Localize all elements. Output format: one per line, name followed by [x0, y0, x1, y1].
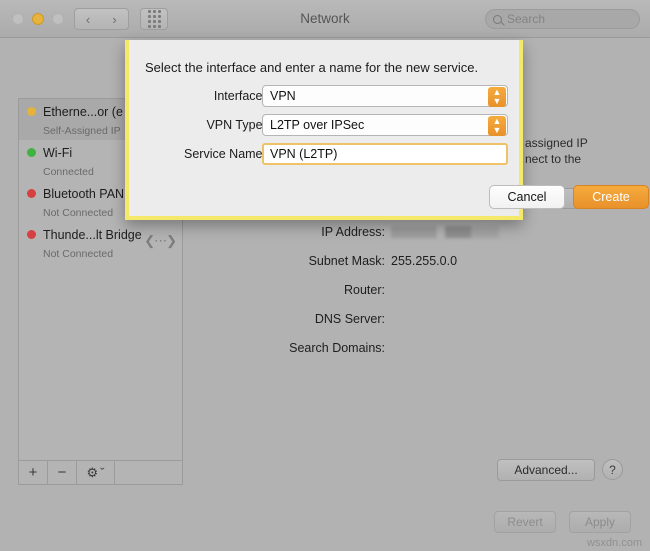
service-name-row: Service Name: VPN (L2TP) — [129, 143, 519, 165]
field-label: Subnet Mask: — [308, 254, 385, 268]
search-input[interactable]: Search — [485, 9, 640, 29]
interface-status: Connected — [43, 166, 94, 178]
vpn-type-select-value: L2TP over IPSec — [270, 118, 365, 132]
minus-icon: − — [57, 464, 67, 481]
status-dot-icon — [27, 148, 36, 157]
field-label: Search Domains: — [289, 341, 385, 355]
gear-icon: ⚙ — [86, 464, 99, 480]
stepper-arrows-icon[interactable]: ▲ ▼ — [488, 87, 506, 107]
interface-name: Bluetooth PAN — [43, 187, 125, 201]
sheet-instruction-text: Select the interface and enter a name fo… — [145, 60, 479, 75]
service-name-input[interactable]: VPN (L2TP) — [262, 143, 508, 165]
window-titlebar: ‹ › Network Search — [0, 0, 650, 38]
field-label: Router: — [344, 283, 385, 297]
create-button-label: Create — [592, 190, 630, 204]
revert-button-label: Revert — [507, 515, 543, 529]
apply-button[interactable]: Apply — [569, 511, 631, 533]
interface-select[interactable]: VPN ▲ ▼ — [262, 85, 508, 107]
chevron-down-icon: ˇ — [100, 465, 105, 480]
list-item[interactable]: Thunde...lt Bridge Not Connected ❮⋯❯ — [19, 222, 182, 263]
field-label: IP Address: — [321, 225, 385, 239]
status-line-2: nect to the — [525, 152, 582, 166]
interface-name: Thunde...lt Bridge — [43, 228, 142, 242]
apply-button-label: Apply — [584, 515, 616, 529]
service-name-value: VPN (L2TP) — [270, 147, 338, 161]
advanced-button-label: Advanced... — [514, 463, 578, 477]
remove-service-button[interactable]: − — [48, 461, 77, 484]
interface-label: Interface: — [213, 89, 266, 103]
cancel-button-label: Cancel — [507, 190, 547, 204]
interface-status: Self-Assigned IP — [43, 125, 121, 137]
interface-name: Etherne...or (e — [43, 105, 123, 119]
thunderbolt-icon: ❮⋯❯ — [144, 233, 177, 248]
interface-name: Wi-Fi — [43, 146, 73, 160]
vpn-type-row: VPN Type: L2TP over IPSec ▲ ▼ — [129, 114, 519, 136]
interface-list-toolbar: + − ⚙ ˇ — [18, 461, 183, 485]
network-preferences-window: ‹ › Network Search Etherne...or (e Self-… — [0, 0, 650, 551]
interface-status: Not Connected — [43, 207, 114, 219]
field-value: 255.255.0.0 — [391, 254, 458, 268]
interface-row: Interface: VPN ▲ ▼ — [129, 85, 519, 107]
vpn-type-select[interactable]: L2TP over IPSec ▲ ▼ — [262, 114, 508, 136]
status-dot-icon — [27, 230, 36, 239]
watermark: wsxdn.com — [586, 537, 642, 549]
search-icon — [493, 14, 502, 24]
question-mark-icon: ? — [609, 462, 616, 477]
vpn-type-label: VPN Type: — [206, 118, 266, 132]
connection-status-text: assigned IP nect to the — [525, 135, 645, 167]
status-dot-icon — [27, 107, 36, 116]
status-dot-icon — [27, 189, 36, 198]
interface-status: Not Connected — [43, 248, 114, 260]
help-button[interactable]: ? — [602, 459, 623, 480]
revert-button[interactable]: Revert — [494, 511, 556, 533]
field-label: DNS Server: — [314, 312, 385, 326]
status-line-1: assigned IP — [525, 136, 588, 150]
advanced-button[interactable]: Advanced... — [497, 459, 595, 481]
add-service-button[interactable]: + — [19, 461, 48, 484]
actions-menu-button[interactable]: ⚙ ˇ — [77, 461, 115, 484]
new-service-sheet: Select the interface and enter a name fo… — [125, 40, 649, 220]
plus-icon: + — [28, 464, 38, 481]
service-name-label: Service Name: — [184, 147, 266, 161]
create-button[interactable]: Create — [573, 185, 649, 209]
interface-select-value: VPN — [270, 89, 296, 103]
search-placeholder: Search — [507, 12, 546, 26]
redacted-ip-address-value — [391, 226, 499, 238]
cancel-button[interactable]: Cancel — [489, 185, 565, 209]
stepper-arrows-icon[interactable]: ▲ ▼ — [488, 116, 506, 136]
